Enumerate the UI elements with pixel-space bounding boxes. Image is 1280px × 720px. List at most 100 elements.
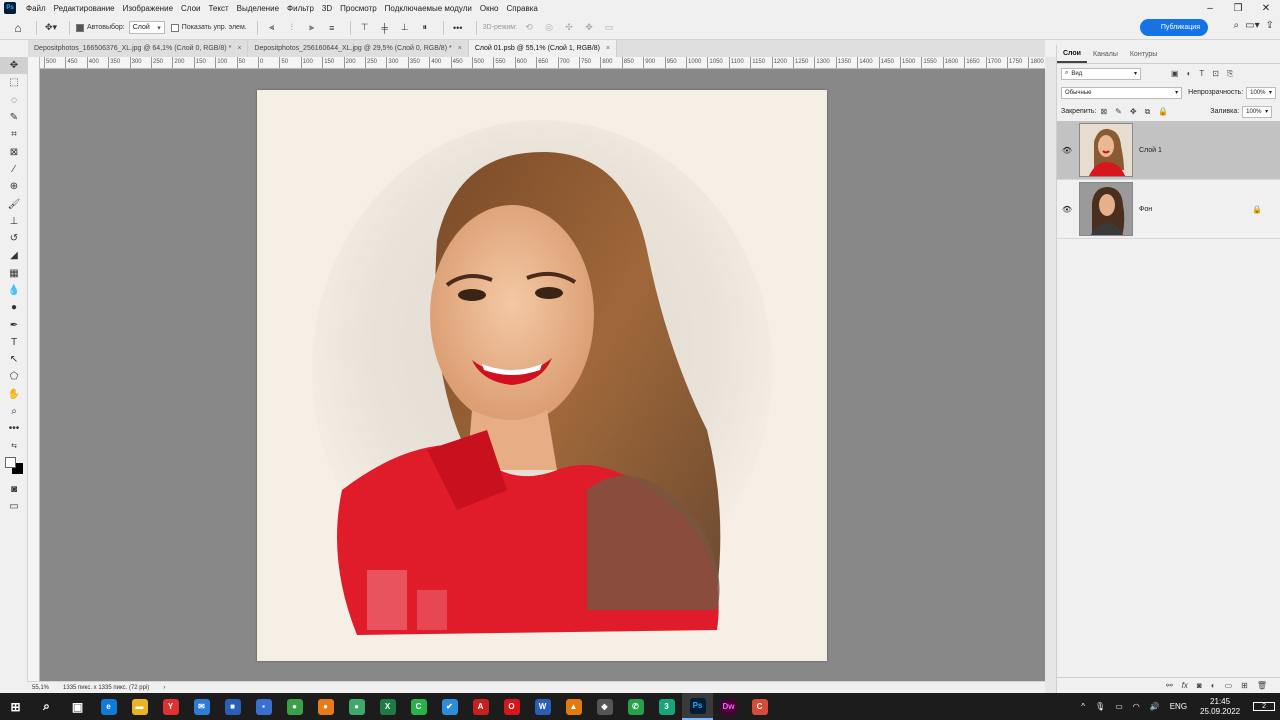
doc-tab-1[interactable]: Depositphotos_166506376_XL.jpg @ 64,1% (… (28, 40, 249, 57)
menu-item[interactable]: Просмотр (336, 4, 381, 13)
brush-tool-icon[interactable]: 🖌 (0, 195, 28, 212)
taskbar-item[interactable]: ✔ (434, 693, 465, 720)
lasso-tool-icon[interactable]: ◌ (0, 92, 28, 109)
taskbar-item[interactable]: ⊞ (0, 693, 31, 720)
eye-icon[interactable]: 👁 (1057, 205, 1077, 214)
lock-artboard-icon[interactable]: ⧉ (1145, 107, 1151, 117)
taskbar-item[interactable]: ● (341, 693, 372, 720)
taskbar-item[interactable]: W (527, 693, 558, 720)
layer-name[interactable]: Слой 1 (1139, 147, 1162, 154)
swap-colors-icon[interactable]: ⇆ (0, 438, 28, 455)
marquee-tool-icon[interactable]: ⬚ (0, 74, 28, 91)
taskbar-item[interactable]: ◆ (589, 693, 620, 720)
status-arrow-icon[interactable]: › (159, 685, 165, 691)
menu-item[interactable]: Подключаемые модули (381, 4, 476, 13)
adjustment-filter-icon[interactable]: ◐ (1187, 69, 1192, 78)
share-button[interactable]: 👤 Публикация (1140, 19, 1208, 36)
taskbar-item[interactable]: C (403, 693, 434, 720)
lock-icon[interactable]: 🔒 (1252, 205, 1262, 214)
dodge-tool-icon[interactable]: ● (0, 299, 28, 316)
menu-item[interactable]: Изображение (119, 4, 177, 13)
close-tab-icon[interactable]: × (237, 45, 241, 52)
quick-mask-icon[interactable]: ◙ (0, 481, 28, 498)
network-icon[interactable]: ▭ (1115, 702, 1123, 711)
volume-icon[interactable]: 🔊 (1150, 702, 1160, 711)
crop-tool-icon[interactable]: ⌗ (0, 126, 28, 143)
taskbar-item[interactable]: X (372, 693, 403, 720)
share-icon[interactable]: ⇪ (1266, 20, 1274, 31)
align-center-icon[interactable]: ⫶ (284, 19, 300, 37)
eraser-tool-icon[interactable]: ◢ (0, 247, 28, 264)
home-icon[interactable]: ⌂ (10, 19, 26, 37)
autoselect-checkbox[interactable] (76, 23, 84, 32)
pen-tool-icon[interactable]: ✒ (0, 316, 28, 333)
pixel-filter-icon[interactable]: ▣ (1171, 69, 1179, 78)
distribute-vertical-icon[interactable]: ⏸ (417, 19, 433, 37)
taskbar-item[interactable]: C (744, 693, 775, 720)
show-transform-checkbox[interactable] (170, 23, 179, 32)
edit-toolbar-icon[interactable]: ••• (0, 420, 28, 437)
menu-item[interactable]: Файл (22, 4, 50, 13)
wifi-icon[interactable]: ◠ (1133, 702, 1140, 711)
shape-tool-icon[interactable]: ⬠ (0, 368, 28, 385)
menu-item[interactable]: Справка (502, 4, 541, 13)
smart-object-filter-icon[interactable]: ⎘ (1227, 69, 1233, 79)
eyedropper-tool-icon[interactable]: ⁄ (0, 161, 28, 178)
menu-item[interactable]: Текст (204, 4, 232, 13)
zoom-tool-icon[interactable]: ⌕ (0, 403, 28, 420)
new-layer-icon[interactable]: ⊞ (1241, 681, 1248, 690)
align-right-icon[interactable]: ⫸ (304, 19, 320, 37)
menu-item[interactable]: Слои (177, 4, 204, 13)
minimize-icon[interactable]: – (1196, 0, 1224, 16)
opacity-input[interactable]: 100% (1246, 86, 1276, 99)
menu-item[interactable]: Выделение (233, 4, 283, 13)
blur-tool-icon[interactable]: 💧 (0, 282, 28, 299)
lock-all-icon[interactable]: 🔒 (1158, 107, 1168, 116)
align-top-icon[interactable]: ⊤ (357, 19, 373, 37)
workspace-icon[interactable]: ▭▾ (1245, 20, 1259, 31)
type-tool-icon[interactable]: T (0, 334, 28, 351)
more-options-icon[interactable]: ••• (450, 19, 466, 37)
layer-row-layer1[interactable]: 👁 Слой 1 (1057, 121, 1280, 180)
taskbar-item[interactable]: ⌕ (31, 693, 62, 720)
tab-channels[interactable]: Каналы (1087, 45, 1124, 63)
microphone-icon[interactable]: 🎙 (1095, 702, 1105, 711)
doc-tab-2[interactable]: Depositphotos_256160644_XL.jpg @ 29,5% (… (248, 40, 469, 57)
blend-mode-select[interactable]: Обычные (1061, 86, 1183, 99)
document-canvas[interactable] (257, 90, 827, 661)
gradient-tool-icon[interactable]: ▦ (0, 265, 28, 282)
adjustment-layer-icon[interactable]: ◐ (1211, 681, 1216, 690)
add-mask-icon[interactable]: ◙ (1197, 681, 1202, 690)
notifications-icon[interactable]: 2 (1253, 702, 1275, 711)
taskbar-item[interactable]: A (465, 693, 496, 720)
move-tool-icon[interactable]: ✥▾ (43, 19, 59, 37)
menu-item[interactable]: Фильтр (283, 4, 318, 13)
fill-input[interactable]: 100% (1242, 105, 1273, 118)
taskbar-item[interactable]: Y (155, 693, 186, 720)
search-icon[interactable]: ⌕ (1234, 20, 1240, 31)
close-tab-icon[interactable]: × (458, 45, 462, 52)
tab-layers[interactable]: Слои (1057, 45, 1087, 63)
foreground-color-swatch[interactable] (5, 456, 16, 468)
link-layers-icon[interactable]: ⚯ (1166, 681, 1173, 690)
align-bottom-icon[interactable]: ⊥ (397, 19, 413, 37)
close-icon[interactable]: ✕ (1252, 0, 1280, 16)
taskbar-item[interactable]: ▪ (248, 693, 279, 720)
taskbar-item[interactable]: Dw (713, 693, 744, 720)
eye-icon[interactable]: 👁 (1057, 146, 1077, 155)
frame-tool-icon[interactable]: ⊠ (0, 143, 28, 160)
tab-paths[interactable]: Контуры (1124, 45, 1163, 63)
zoom-level[interactable]: 55,1% (28, 685, 49, 691)
taskbar-item[interactable]: 3 (651, 693, 682, 720)
fx-icon[interactable]: fx (1182, 681, 1188, 690)
layer-filter-select[interactable]: ⌕ Вид (1061, 67, 1141, 80)
menu-item[interactable]: 3D (318, 4, 336, 13)
history-brush-icon[interactable]: ↺ (0, 230, 28, 247)
tray-chevron-icon[interactable]: ^ (1081, 702, 1085, 711)
healing-tool-icon[interactable]: ⊕ (0, 178, 28, 195)
autoselect-dropdown[interactable]: Слой (128, 21, 165, 34)
color-swatches[interactable] (0, 455, 28, 481)
layer-row-background[interactable]: 👁 Фон 🔒 (1057, 180, 1280, 239)
align-middle-icon[interactable]: ╪ (377, 19, 393, 37)
layer-name[interactable]: Фон (1139, 206, 1152, 213)
